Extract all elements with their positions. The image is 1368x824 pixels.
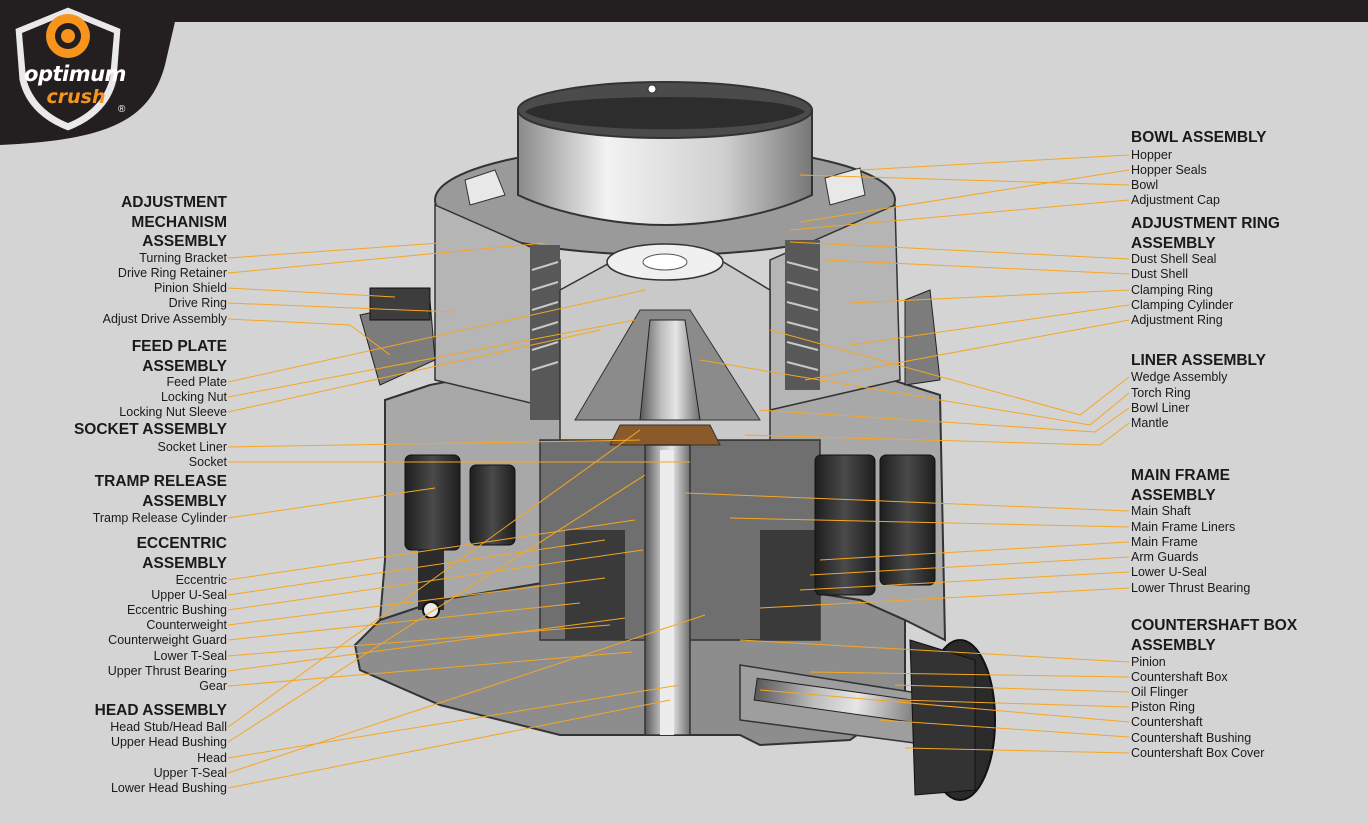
part-label: Adjustment Cap [1131, 193, 1220, 207]
part-label: Main Frame [1131, 535, 1198, 549]
part-label: Hopper Seals [1131, 163, 1207, 177]
part-label: Oil Flinger [1131, 685, 1188, 699]
part-label: Bowl Liner [1131, 401, 1190, 415]
part-label: Wedge Assembly [1131, 370, 1228, 384]
part-label: Counterweight [146, 618, 227, 632]
part-label: Upper U-Seal [151, 588, 227, 602]
part-label: Counterweight Guard [108, 633, 227, 647]
part-label: Upper T-Seal [153, 766, 227, 780]
group-title-adjustment-mechanism-line3: ASSEMBLY [142, 233, 227, 250]
part-label: Drive Ring [168, 296, 227, 310]
part-label: Pinion Shield [154, 281, 227, 295]
part-label: Dust Shell [1131, 267, 1188, 281]
part-label: Lower T-Seal [153, 649, 227, 663]
group-title-adjustment-mechanism-line1: ADJUSTMENT [121, 194, 227, 211]
part-label: Countershaft [1131, 715, 1203, 729]
part-label: Countershaft Bushing [1131, 731, 1252, 745]
part-label: Lower Head Bushing [110, 781, 227, 795]
part-label: Upper Head Bushing [110, 735, 227, 749]
group-title-adjustment-mechanism-line2: MECHANISM [131, 213, 227, 231]
group-title-countershaft-box-line1: COUNTERSHAFT BOX [1131, 617, 1298, 634]
part-label: Eccentric [175, 573, 227, 587]
group-title-adjustment-ring-line2: ASSEMBLY [1131, 234, 1216, 252]
part-label: Clamping Ring [1131, 283, 1213, 297]
part-label: Eccentric Bushing [126, 603, 227, 617]
part-label: Upper Thrust Bearing [107, 664, 227, 678]
part-label: Lower Thrust Bearing [1131, 581, 1251, 595]
group-title-countershaft-box-line2: ASSEMBLY [1131, 636, 1216, 654]
part-label: Main Shaft [1131, 504, 1191, 518]
part-label: Adjustment Ring [1131, 313, 1223, 327]
part-label: Locking Nut Sleeve [119, 405, 227, 419]
group-title-adjustment-ring-line1: ADJUSTMENT RING [1131, 215, 1280, 232]
part-label: Adjust Drive Assembly [102, 312, 227, 326]
group-title-feed-plate-line2: ASSEMBLY [142, 357, 227, 375]
part-label: Head [197, 751, 227, 765]
part-label: Piston Ring [1131, 700, 1195, 714]
part-label: Countershaft Box [1131, 670, 1228, 684]
part-label: Socket Liner [157, 440, 227, 454]
left-label-column: ADJUSTMENT MECHANISM ASSEMBLY Turning Br… [0, 0, 227, 824]
part-label: Turning Bracket [139, 251, 227, 265]
group-title-eccentric-line2: ASSEMBLY [142, 554, 227, 572]
group-title-main-frame-line1: MAIN FRAME [1131, 467, 1231, 484]
group-title-main-frame-line2: ASSEMBLY [1131, 486, 1216, 504]
part-label: Bowl [1131, 178, 1159, 192]
group-title-tramp-release-line1: TRAMP RELEASE [94, 473, 227, 490]
part-label: Locking Nut [160, 390, 227, 404]
part-label: Lower U-Seal [1131, 565, 1207, 579]
group-title-liner: LINER ASSEMBLY [1131, 352, 1266, 369]
group-title-bowl: BOWL ASSEMBLY [1131, 129, 1267, 146]
part-label: Countershaft Box Cover [1131, 746, 1265, 760]
part-label: Gear [199, 679, 227, 693]
part-label: Torch Ring [1131, 386, 1191, 400]
part-label: Head Stub/Head Ball [110, 720, 227, 734]
part-label: Dust Shell Seal [1131, 252, 1217, 266]
part-label: Feed Plate [166, 375, 227, 389]
right-label-column: BOWL ASSEMBLY Hopper Hopper Seals Bowl A… [1131, 0, 1361, 824]
part-label: Main Frame Liners [1131, 520, 1236, 534]
group-title-feed-plate-line1: FEED PLATE [131, 338, 227, 355]
group-title-tramp-release-line2: ASSEMBLY [142, 492, 227, 510]
group-title-eccentric-line1: ECCENTRIC [136, 535, 227, 552]
part-label: Tramp Release Cylinder [92, 511, 227, 525]
part-label: Arm Guards [1131, 550, 1199, 564]
part-label: Mantle [1131, 416, 1169, 430]
part-label: Socket [188, 455, 227, 469]
part-label: Hopper [1131, 148, 1172, 162]
part-label: Clamping Cylinder [1131, 298, 1234, 312]
group-title-head: HEAD ASSEMBLY [94, 702, 227, 719]
part-label: Pinion [1131, 655, 1166, 669]
group-title-socket: SOCKET ASSEMBLY [73, 421, 227, 438]
part-label: Drive Ring Retainer [117, 266, 227, 280]
